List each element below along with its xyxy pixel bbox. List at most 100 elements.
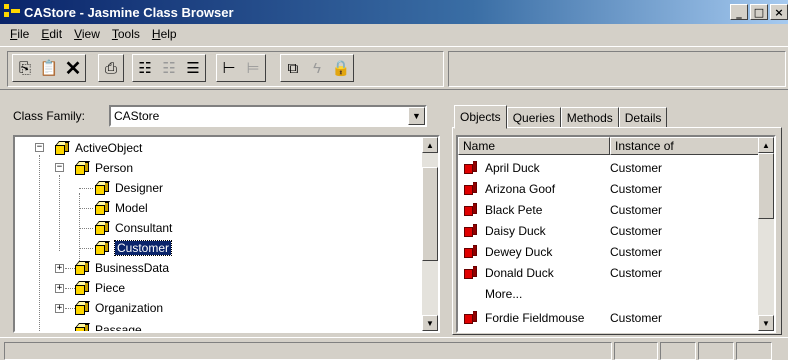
object-icon — [464, 182, 477, 195]
class-icon — [74, 323, 91, 331]
class-tree[interactable]: − − + + + ActiveObject Person Designer M… — [13, 135, 440, 333]
edit-button-group: ⎘ 📋 ✕ — [12, 54, 86, 82]
copy-icon[interactable]: ⎘ — [13, 55, 37, 81]
scrollbar-thumb[interactable] — [758, 153, 774, 219]
collapse-icon[interactable]: − — [35, 143, 44, 152]
list-item[interactable]: Daisy Duck Customer — [458, 220, 662, 241]
tools-button-group: ⧉ ϟ 🔒 — [280, 54, 354, 82]
status-panel — [736, 342, 772, 360]
inheritance-icon[interactable]: ⊢ — [217, 55, 241, 81]
print-button-group: ⎙ — [98, 54, 124, 82]
tree-node-consultant[interactable]: Consultant — [94, 218, 172, 238]
collapse-icon[interactable]: − — [55, 163, 64, 172]
more-label: More... — [485, 286, 523, 301]
new-window-icon[interactable]: ⧉ — [281, 55, 305, 81]
objects-scrollbar[interactable]: ▲ ▼ — [758, 137, 774, 331]
chevron-down-icon[interactable]: ▼ — [408, 107, 425, 125]
object-name: Fordie Fieldmouse — [485, 310, 585, 325]
more-link[interactable]: More... — [458, 283, 522, 304]
class-icon — [74, 301, 91, 315]
class-icon — [74, 281, 91, 295]
menu-help[interactable]: Help — [146, 27, 183, 41]
menu-file[interactable]: File — [4, 27, 35, 41]
scroll-down-icon[interactable]: ▼ — [422, 315, 438, 331]
tree-node-label: Model — [115, 201, 148, 215]
class-icon — [54, 141, 71, 155]
tree-node-label: Designer — [115, 181, 164, 195]
column-header-name[interactable]: Name — [458, 137, 610, 155]
tree-scrollbar[interactable]: ▲ ▼ — [422, 137, 438, 331]
close-button[interactable]: × — [770, 4, 788, 20]
list-item[interactable]: Dewey Duck Customer — [458, 241, 662, 262]
tab-objects[interactable]: Objects — [454, 105, 507, 129]
scrollbar-thumb[interactable] — [422, 167, 438, 261]
tree-node-label: Organization — [95, 301, 164, 315]
tree-node-organization[interactable]: Organization — [74, 298, 164, 318]
tree-view-icon[interactable]: ☷ — [133, 55, 157, 81]
subclass-icon[interactable]: ⊨ — [241, 55, 265, 81]
tree-node-designer[interactable]: Designer — [94, 178, 164, 198]
tab-methods[interactable]: Methods — [560, 107, 619, 127]
title-bar[interactable]: CAStore - Jasmine Class Browser _ □ × — [0, 0, 788, 24]
lock-icon[interactable]: 🔒 — [329, 55, 353, 81]
tree-view-alt-icon[interactable]: ☷ — [157, 55, 181, 81]
maximize-button[interactable]: □ — [750, 4, 768, 20]
tree-node-model[interactable]: Model — [94, 198, 148, 218]
status-panel — [614, 342, 658, 360]
object-name: Daisy Duck — [485, 223, 546, 238]
print-icon[interactable]: ⎙ — [99, 55, 123, 81]
status-bar — [0, 337, 788, 360]
object-icon — [464, 203, 477, 216]
class-icon — [74, 161, 91, 175]
app-icon — [4, 4, 20, 20]
scroll-up-icon[interactable]: ▲ — [758, 137, 774, 153]
expand-icon[interactable]: + — [55, 284, 64, 293]
class-icon — [94, 201, 111, 215]
object-class: Customer — [610, 160, 663, 175]
tree-node-activeobject[interactable]: ActiveObject — [54, 138, 142, 158]
scroll-up-icon[interactable]: ▲ — [422, 137, 438, 153]
tree-node-passage[interactable]: Passage — [74, 320, 142, 331]
method-icon[interactable]: ϟ — [305, 55, 329, 81]
minimize-button[interactable]: _ — [730, 4, 748, 20]
class-icon — [94, 241, 111, 255]
menu-edit[interactable]: Edit — [35, 27, 68, 41]
list-item[interactable]: April Duck Customer — [458, 157, 662, 178]
toolbar-frame-right — [448, 51, 786, 87]
class-family-value: CAStore — [114, 109, 160, 123]
list-item[interactable]: Black Pete Customer — [458, 199, 662, 220]
list-item[interactable]: Donald Duck Customer — [458, 262, 662, 283]
list-item[interactable]: Fordie Fieldmouse Customer — [458, 307, 662, 328]
tree-node-person[interactable]: Person — [74, 158, 134, 178]
class-family-select[interactable]: CAStore ▼ — [109, 105, 427, 127]
delete-icon[interactable]: ✕ — [61, 55, 85, 81]
tab-details[interactable]: Details — [618, 107, 668, 127]
expand-icon[interactable]: + — [55, 304, 64, 313]
list-view-icon[interactable]: ☰ — [181, 55, 205, 81]
list-item[interactable]: Arizona Goof Customer — [458, 178, 662, 199]
object-name: April Duck — [485, 160, 540, 175]
paste-icon[interactable]: 📋 — [37, 55, 61, 81]
objects-list[interactable]: Name Instance of April Duck Customer Ari… — [456, 135, 776, 333]
tree-node-businessdata[interactable]: BusinessData — [74, 258, 169, 278]
object-class: Customer — [610, 181, 663, 196]
object-name: Black Pete — [485, 202, 543, 217]
menu-view[interactable]: View — [68, 27, 106, 41]
column-header-instance[interactable]: Instance of — [610, 137, 760, 155]
tree-node-label: Person — [95, 161, 134, 175]
tree-node-customer[interactable]: Customer — [94, 238, 173, 258]
tab-queries[interactable]: Queries — [506, 107, 561, 127]
tree-line — [79, 248, 93, 249]
tree-line — [59, 175, 60, 251]
scroll-down-icon[interactable]: ▼ — [758, 315, 774, 331]
view-button-group: ☷ ☷ ☰ — [132, 54, 206, 82]
object-name: Arizona Goof — [485, 181, 556, 196]
expand-icon[interactable]: + — [55, 264, 64, 273]
tree-node-piece[interactable]: Piece — [74, 278, 125, 298]
class-icon — [74, 261, 91, 275]
class-family-label: Class Family: — [13, 109, 86, 123]
status-panel — [698, 342, 734, 360]
menu-tools[interactable]: Tools — [106, 27, 146, 41]
tree-line — [79, 208, 93, 209]
class-browser-pane: Class Family: CAStore ▼ − − + + + Active… — [7, 99, 444, 335]
